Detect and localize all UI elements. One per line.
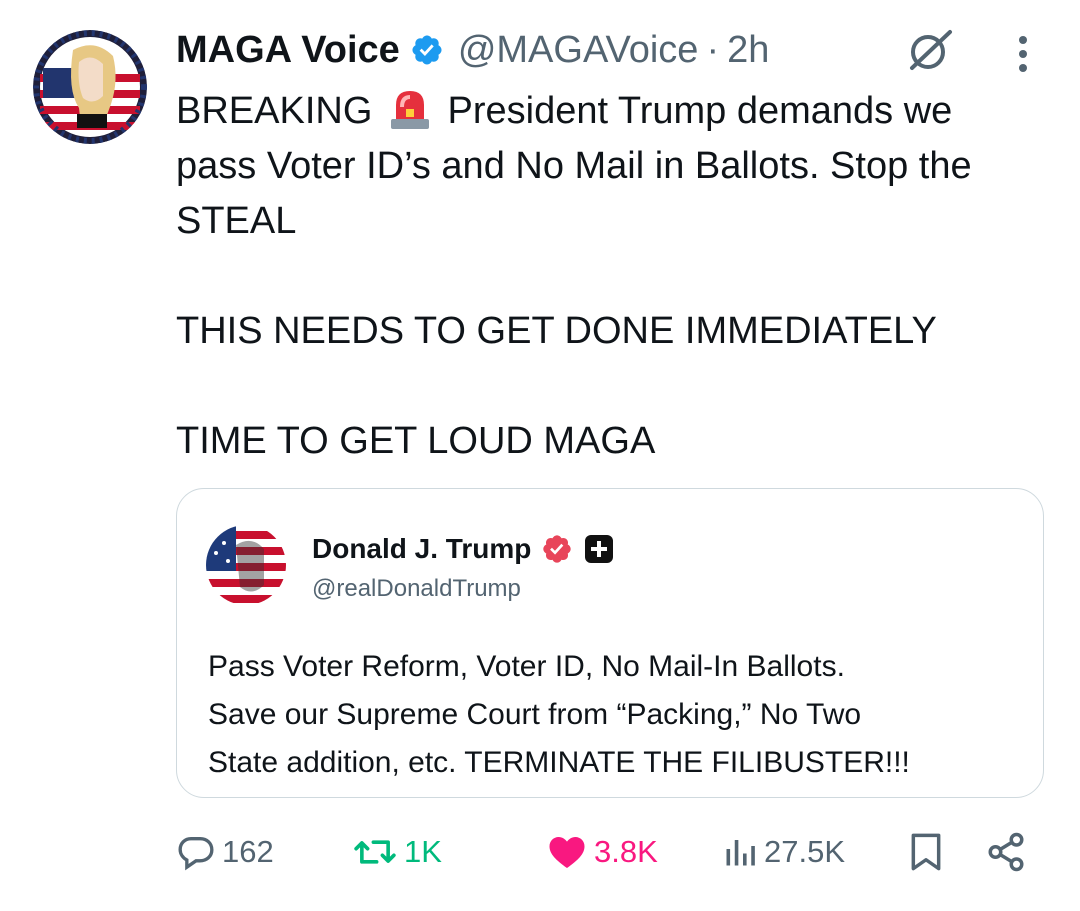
tweet-text-breaking: BREAKING bbox=[176, 90, 383, 132]
verified-badge-icon bbox=[412, 35, 442, 65]
reply-button[interactable]: 162 bbox=[176, 822, 274, 882]
quote-author-name[interactable]: Donald J. Trump bbox=[312, 533, 531, 565]
post-time[interactable]: 2h bbox=[727, 29, 769, 72]
like-count: 3.8K bbox=[594, 834, 658, 869]
author-name[interactable]: MAGA Voice bbox=[176, 29, 400, 72]
reply-count: 162 bbox=[222, 834, 274, 869]
heart-icon bbox=[549, 837, 585, 868]
retweet-count: 1K bbox=[404, 834, 442, 869]
like-button[interactable]: 3.8K bbox=[546, 822, 658, 882]
share-button[interactable] bbox=[985, 822, 1027, 882]
action-bar: 162 1K 3.8K 27.5K bbox=[0, 822, 1080, 882]
retweet-button[interactable]: 1K bbox=[352, 822, 442, 882]
separator-dot: · bbox=[706, 28, 720, 71]
views-icon bbox=[726, 840, 755, 866]
siren-emoji-icon bbox=[390, 91, 429, 129]
tweet-header: MAGA Voice @MAGAVoice · 2h bbox=[176, 26, 769, 74]
quoted-post[interactable]: Donald J. Trump @realDonaldTrump Pass Vo… bbox=[176, 488, 1044, 798]
retweet-icon bbox=[354, 840, 396, 864]
tweet-text: BREAKING President Trump demands we pass… bbox=[176, 84, 1036, 469]
reply-icon bbox=[178, 837, 214, 871]
bookmark-button[interactable] bbox=[907, 822, 945, 882]
views-button[interactable]: 27.5K bbox=[722, 822, 845, 882]
share-icon bbox=[988, 832, 1024, 872]
quote-author-handle[interactable]: @realDonaldTrump bbox=[312, 575, 521, 603]
plus-badge-icon bbox=[585, 535, 614, 563]
quote-author-line: Donald J. Trump bbox=[312, 533, 615, 565]
quote-text: Pass Voter Reform, Voter ID, No Mail-In … bbox=[208, 650, 910, 779]
grok-icon[interactable] bbox=[904, 24, 956, 76]
views-count: 27.5K bbox=[764, 834, 846, 869]
quote-author-avatar[interactable] bbox=[206, 525, 286, 605]
bookmark-icon bbox=[911, 833, 941, 871]
tweet-text-body: President Trump demands we pass Voter ID… bbox=[176, 90, 972, 462]
author-avatar[interactable] bbox=[33, 30, 147, 144]
author-handle[interactable]: @MAGAVoice bbox=[458, 29, 699, 72]
more-icon[interactable] bbox=[1012, 34, 1034, 74]
verified-badge-icon bbox=[543, 535, 572, 563]
